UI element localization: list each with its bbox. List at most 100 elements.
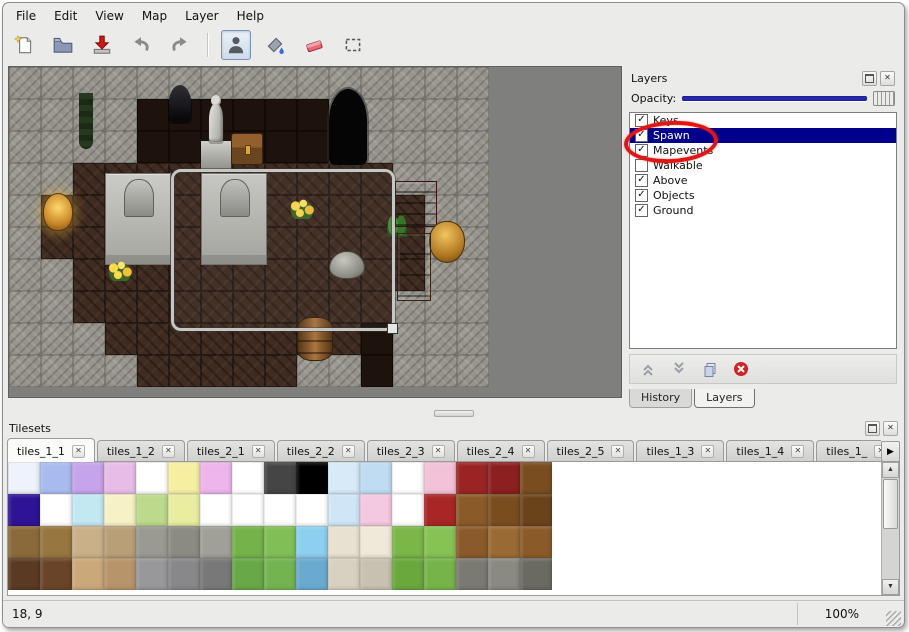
tileset-tile[interactable]: [328, 558, 360, 590]
tileset-tile[interactable]: [136, 558, 168, 590]
tileset-tile[interactable]: [40, 494, 72, 526]
map-canvas[interactable]: [9, 67, 489, 387]
layer-visible-checkbox[interactable]: ✓: [635, 114, 648, 127]
map-tile[interactable]: [137, 323, 169, 355]
tileset-tile[interactable]: [520, 558, 552, 590]
tileset-tile[interactable]: [136, 494, 168, 526]
layer-visible-checkbox[interactable]: ✓: [635, 189, 648, 202]
map-tile[interactable]: [73, 163, 105, 195]
menu-view[interactable]: View: [86, 7, 132, 25]
redo-button[interactable]: [165, 30, 195, 60]
tileset-tile[interactable]: [296, 462, 328, 494]
map-tile[interactable]: [265, 355, 297, 387]
scrollbar-track[interactable]: [882, 478, 899, 579]
tileset-tab-tiles_2_4[interactable]: tiles_2_4✕: [457, 440, 545, 462]
close-tab-icon[interactable]: ✕: [701, 445, 714, 458]
menu-help[interactable]: Help: [228, 7, 273, 25]
map-tile[interactable]: [361, 67, 393, 99]
tileset-tab-tiles_2_2[interactable]: tiles_2_2✕: [277, 440, 365, 462]
map-tile[interactable]: [9, 227, 41, 259]
delete-layer-button[interactable]: [731, 359, 751, 379]
map-selection[interactable]: [171, 169, 395, 331]
tileset-tile[interactable]: [40, 558, 72, 590]
map-tile[interactable]: [41, 131, 73, 163]
tileset-tile[interactable]: [8, 558, 40, 590]
tileset-tile[interactable]: [360, 526, 392, 558]
map-tile[interactable]: [393, 131, 425, 163]
tileset-tile[interactable]: [424, 526, 456, 558]
tileset-grid[interactable]: [8, 462, 882, 595]
tileset-tab-tiles_1_4[interactable]: tiles_1_4✕: [726, 440, 814, 462]
map-tile[interactable]: [169, 131, 201, 163]
close-tab-icon[interactable]: ✕: [252, 445, 265, 458]
opacity-slider-handle[interactable]: [873, 91, 895, 106]
eraser-tool-button[interactable]: [299, 30, 329, 60]
opacity-slider[interactable]: [682, 96, 867, 101]
tileset-tile[interactable]: [264, 462, 296, 494]
map-tile[interactable]: [137, 131, 169, 163]
scroll-up-button[interactable]: ▲: [882, 462, 899, 478]
map-tile[interactable]: [73, 227, 105, 259]
map-tile[interactable]: [457, 195, 489, 227]
layer-visible-checkbox[interactable]: ✓: [635, 144, 648, 157]
tileset-tile[interactable]: [520, 462, 552, 494]
tileset-tile[interactable]: [328, 462, 360, 494]
map-tile[interactable]: [9, 131, 41, 163]
tileset-tile[interactable]: [72, 462, 104, 494]
map-tile[interactable]: [457, 67, 489, 99]
open-file-button[interactable]: [48, 30, 78, 60]
map-tile[interactable]: [9, 99, 41, 131]
map-tile[interactable]: [73, 259, 105, 291]
map-tile[interactable]: [105, 99, 137, 131]
tileset-tile[interactable]: [264, 558, 296, 590]
tileset-tab-tiles_2_1[interactable]: tiles_2_1✕: [187, 440, 275, 462]
map-tile[interactable]: [73, 291, 105, 323]
map-tile[interactable]: [137, 67, 169, 99]
tileset-tile[interactable]: [136, 462, 168, 494]
map-tile[interactable]: [105, 291, 137, 323]
layer-row-above[interactable]: ✓Above: [630, 173, 896, 188]
map-tile[interactable]: [9, 291, 41, 323]
map-tile[interactable]: [169, 355, 201, 387]
map-tile[interactable]: [457, 99, 489, 131]
tileset-tile[interactable]: [456, 494, 488, 526]
map-tile[interactable]: [457, 291, 489, 323]
tileset-tile[interactable]: [168, 526, 200, 558]
map-tile[interactable]: [425, 323, 457, 355]
close-tab-icon[interactable]: ✕: [342, 445, 355, 458]
dock-tab-layers[interactable]: Layers: [694, 389, 754, 408]
tileset-tile[interactable]: [360, 462, 392, 494]
layer-row-walkable[interactable]: Walkable: [630, 158, 896, 173]
tileset-tile[interactable]: [168, 494, 200, 526]
tileset-tile[interactable]: [8, 462, 40, 494]
float-tilesets-button[interactable]: [865, 421, 880, 436]
tileset-tile[interactable]: [232, 494, 264, 526]
menu-edit[interactable]: Edit: [45, 7, 86, 25]
tileset-tile[interactable]: [424, 494, 456, 526]
map-tile[interactable]: [233, 355, 265, 387]
tileset-tile[interactable]: [104, 462, 136, 494]
tileset-tab-tiles_2_5[interactable]: tiles_2_5✕: [547, 440, 635, 462]
select-tool-button[interactable]: [338, 30, 368, 60]
tileset-tile[interactable]: [104, 558, 136, 590]
map-tile[interactable]: [393, 99, 425, 131]
raise-layer-button[interactable]: [638, 359, 658, 379]
tileset-tile[interactable]: [136, 526, 168, 558]
tileset-tile[interactable]: [200, 526, 232, 558]
close-tab-icon[interactable]: ✕: [432, 445, 445, 458]
map-tile[interactable]: [41, 291, 73, 323]
map-tile[interactable]: [201, 355, 233, 387]
tileset-tile[interactable]: [72, 494, 104, 526]
tileset-tab-tiles_2_3[interactable]: tiles_2_3✕: [367, 440, 455, 462]
map-tile[interactable]: [9, 323, 41, 355]
tileset-tile[interactable]: [168, 462, 200, 494]
map-tile[interactable]: [137, 291, 169, 323]
tileset-tile[interactable]: [232, 526, 264, 558]
tileset-tile[interactable]: [40, 462, 72, 494]
layer-visible-checkbox[interactable]: ✓: [635, 204, 648, 217]
menu-map[interactable]: Map: [133, 7, 176, 25]
layer-row-keys[interactable]: ✓Keys: [630, 113, 896, 128]
map-tile[interactable]: [105, 323, 137, 355]
map-tile[interactable]: [41, 163, 73, 195]
map-tile[interactable]: [425, 99, 457, 131]
